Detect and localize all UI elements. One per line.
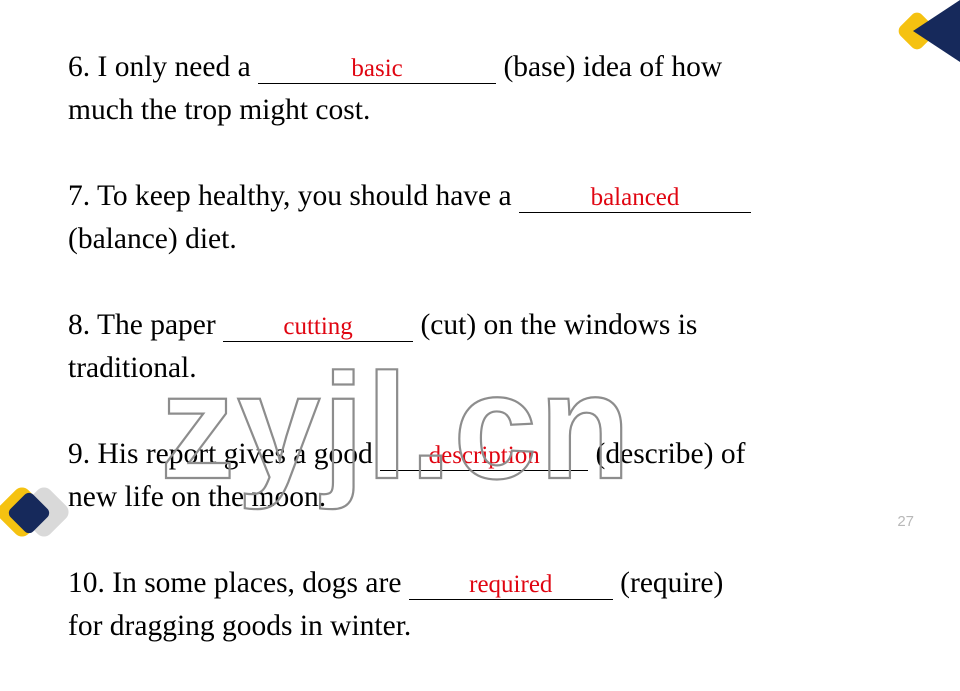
exercise-10-prompt-after: (require): [620, 567, 724, 599]
exercise-8-tail: traditional.: [68, 352, 197, 384]
exercise-10-tail: for dragging goods in winter.: [68, 610, 412, 642]
gold-diamond-shape: [0, 487, 47, 537]
exercise-list: 6. I only need a basic (base) idea of ho…: [68, 46, 898, 691]
exercise-7-answer-text: balanced: [590, 184, 680, 211]
exercise-9-answer-text: description: [428, 442, 540, 469]
exercise-8-answer-blank[interactable]: cutting: [223, 313, 414, 342]
corner-diamond-bottom-left: [0, 487, 69, 537]
exercise-7-answer-blank[interactable]: balanced: [518, 184, 751, 213]
exercise-7-tail: (balance) diet.: [68, 223, 237, 255]
exercise-item-8: 8. The paper cutting (cut) on the window…: [68, 304, 898, 433]
exercise-10-prompt-before: 10. In some places, dogs are: [68, 567, 402, 599]
exercise-6-answer-text: basic: [351, 55, 403, 82]
exercise-item-7: 7. To keep healthy, you should have a ba…: [68, 175, 898, 304]
exercise-6-prompt-before: 6. I only need a: [68, 51, 251, 83]
exercise-6-tail: much the trop might cost.: [68, 94, 371, 126]
exercise-item-9: 9. His report gives a good description (…: [68, 433, 898, 562]
navy-diamond-shape: [8, 492, 50, 534]
exercise-7-prompt-before: 7. To keep healthy, you should have a: [68, 180, 512, 212]
exercise-9-prompt-before: 9. His report gives a good: [68, 438, 373, 470]
gold-diamond-shape: [898, 12, 936, 50]
exercise-6-prompt-after: (base) idea of how: [503, 51, 723, 83]
exercise-8-prompt-before: 8. The paper: [68, 309, 216, 341]
exercise-10-answer-blank[interactable]: required: [408, 571, 613, 600]
exercise-8-answer-text: cutting: [283, 313, 353, 340]
exercise-10-answer-text: required: [469, 571, 553, 598]
exercise-9-prompt-after: (describe) of: [595, 438, 746, 470]
exercise-8-prompt-after: (cut) on the windows is: [420, 309, 698, 341]
exercise-item-6: 6. I only need a basic (base) idea of ho…: [68, 46, 898, 175]
page-number: 27: [897, 513, 914, 530]
exercise-9-tail: new life on the moon.: [68, 481, 327, 513]
gray-diamond-shape: [19, 487, 69, 537]
exercise-9-answer-blank[interactable]: description: [380, 442, 589, 471]
exercise-item-10: 10. In some places, dogs are required (r…: [68, 562, 898, 691]
exercise-6-answer-blank[interactable]: basic: [258, 55, 497, 84]
navy-triangle-shape: [913, 0, 960, 62]
